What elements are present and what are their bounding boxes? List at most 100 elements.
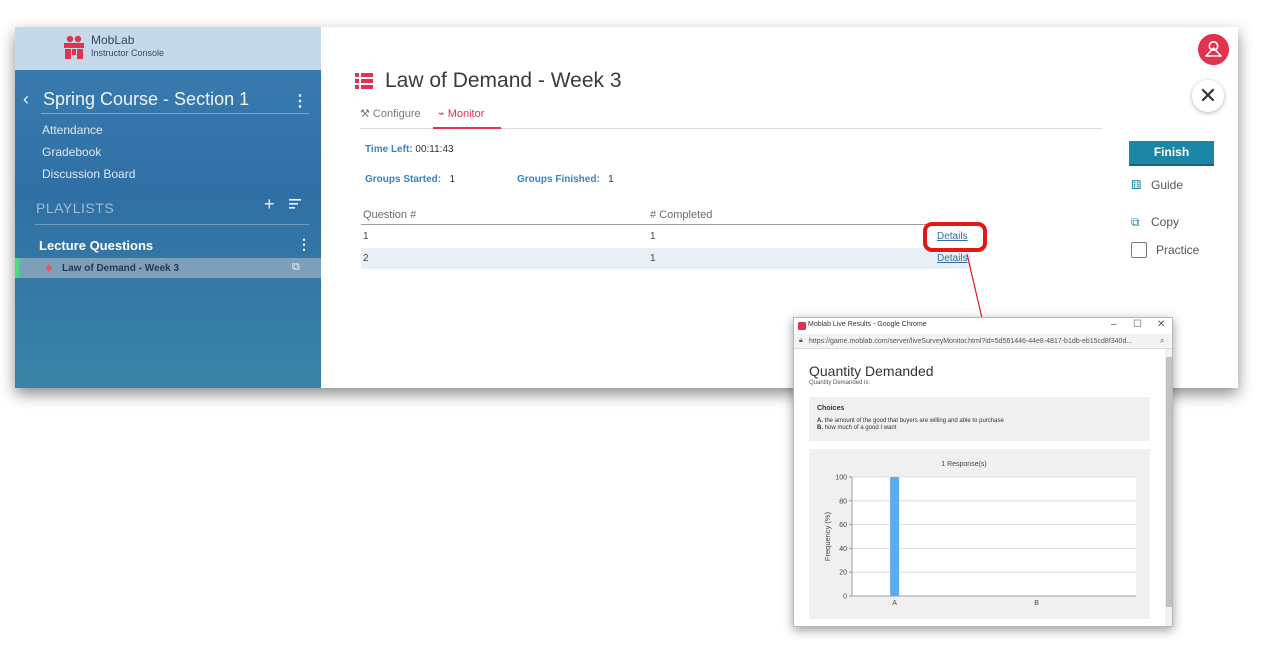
y-tick-label: 100 [835,475,847,482]
divider [35,224,309,225]
divider [361,224,971,225]
details-link[interactable]: Details [937,253,968,264]
table-row: 2 1 Details [361,248,971,269]
y-tick-label: 0 [843,594,847,601]
completed-count: 1 [650,253,656,264]
y-tick-label: 40 [839,546,847,553]
question-number: 2 [363,253,369,264]
active-tab-indicator [433,127,501,129]
tab-label: Configure [372,108,421,120]
question-title: Quantity Demanded [809,363,934,379]
playlists-heading: PLAYLISTS [36,200,115,216]
minimize-icon[interactable]: – [1111,319,1117,330]
playlist-item-active[interactable]: ⬥ Law of Demand - Week 3 ⧉ [15,258,321,278]
y-tick-label: 20 [839,570,847,577]
tab-monitor[interactable]: ⌁ Monitor [438,107,484,120]
course-header: ‹ Spring Course - Section 1 ⋮ [15,87,321,115]
choice-item: A. the amount of the good that buyers ar… [817,418,1004,424]
guide-button[interactable]: ⚅ Guide [1131,178,1183,192]
column-header-completed: # Completed [650,209,713,221]
chart-title: 1 Response(s) [941,461,987,468]
brand-subtitle: Instructor Console [91,48,165,58]
playlist-name[interactable]: Lecture Questions [39,238,153,253]
sidebar-item-attendance[interactable]: Attendance [42,123,103,137]
divider [41,113,309,114]
live-results-popup-window: Moblab Live Results - Google Chrome – ☐ … [793,317,1173,627]
y-axis-label: Frequency (%) [823,511,832,561]
results-chart-card: 1 Response(s) 0 20 40 60 80 100 Frequency (%) A B [809,449,1150,619]
groups-started: Groups Started: 1 [365,174,455,185]
popup-scrollbar[interactable] [1165,349,1172,626]
guide-label: Guide [1151,178,1184,192]
course-title[interactable]: Spring Course - Section 1 [43,89,249,110]
y-tick-label: 60 [839,522,847,529]
question-number: 1 [363,231,369,242]
add-playlist-icon[interactable]: + [264,194,275,215]
copy-button[interactable]: ⧉ Copy [1131,215,1179,230]
groups-started-value: 1 [449,174,456,185]
choice-text: how much of a good I want [824,425,897,431]
pulse-icon: ⌁ [438,108,448,120]
choice-item: B. how much of a good I want [817,425,896,431]
tab-configure[interactable]: ⚒ Configure [360,107,421,120]
brand-header: MobLab Instructor Console [15,27,321,70]
brand-name: MobLab [91,33,135,47]
column-header-question: Question # [363,209,417,221]
moblab-logo-icon [64,35,84,59]
list-icon [355,73,373,89]
x-tick-label: B [1034,600,1039,607]
question-subtitle: Quantity Demanded is: [809,380,871,386]
groups-started-label: Groups Started: [365,174,442,185]
copy-icon[interactable]: ⧉ [292,261,300,274]
page-title: Law of Demand - Week 3 [385,69,622,92]
guide-icon: ⚅ [1131,178,1142,192]
practice-checkbox[interactable] [1131,242,1147,258]
maximize-icon[interactable]: ☐ [1133,319,1142,330]
groups-finished-label: Groups Finished: [517,174,600,185]
time-left-value: 00:11:43 [415,144,454,155]
table-row: 1 1 Details [361,226,971,247]
sidebar-item-gradebook[interactable]: Gradebook [42,145,101,159]
finish-button[interactable]: Finish [1129,141,1214,166]
course-menu-icon[interactable]: ⋮ [292,91,308,111]
popup-titlebar: Moblab Live Results - Google Chrome – ☐ … [794,318,1172,334]
time-left-label: Time Left: [365,144,413,155]
wrench-icon: ⚒ [360,108,373,120]
popup-window-title: Moblab Live Results - Google Chrome [808,321,927,328]
practice-label: Practice [1156,243,1200,257]
x-tick-label: A [892,600,897,607]
playlist-item-label: Law of Demand - Week 3 [62,263,180,274]
back-chevron-icon[interactable]: ‹ [23,89,29,110]
user-avatar-icon[interactable] [1198,34,1229,65]
close-button[interactable]: ✕ [1192,80,1224,112]
results-chart: 1 Response(s) 0 20 40 60 80 100 Frequency (%) A B [823,461,1136,607]
bar-a [890,477,900,596]
copy-label: Copy [1151,215,1180,229]
copy-icon: ⧉ [1131,215,1140,229]
groups-finished: Groups Finished: 1 [517,174,614,185]
choices-panel: Choices A. the amount of the good that b… [809,397,1150,441]
time-left: Time Left: 00:11:43 [365,144,454,155]
survey-icon: ⬥ [45,262,53,274]
sort-icon[interactable] [289,199,301,209]
popup-url: https://game.moblab.com/server/liveSurve… [809,338,1133,345]
details-highlight-annotation [923,222,987,252]
choice-key: B. [817,425,823,431]
moblab-favicon-icon [798,322,806,330]
choice-key: A. [817,418,823,424]
lock-icon: 🔒︎ [799,337,803,344]
completed-count: 1 [650,231,656,242]
y-tick-label: 80 [839,498,847,505]
sidebar-item-discussion-board[interactable]: Discussion Board [42,167,135,181]
groups-finished-value: 1 [608,174,614,185]
sidebar: MobLab Instructor Console ‹ Spring Cours… [15,27,321,388]
close-icon[interactable]: ✕ [1157,319,1165,330]
active-indicator [15,258,19,278]
search-icon[interactable]: ⌕ [1160,336,1164,346]
playlist-menu-icon[interactable]: ⋮ [297,236,311,253]
choice-text: the amount of the good that buyers are w… [824,418,1004,424]
popup-address-bar[interactable]: 🔒︎ https://game.moblab.com/server/liveSu… [794,334,1172,349]
tab-label: Monitor [447,108,485,120]
scrollbar-thumb[interactable] [1166,357,1172,607]
choices-heading: Choices [817,405,845,412]
